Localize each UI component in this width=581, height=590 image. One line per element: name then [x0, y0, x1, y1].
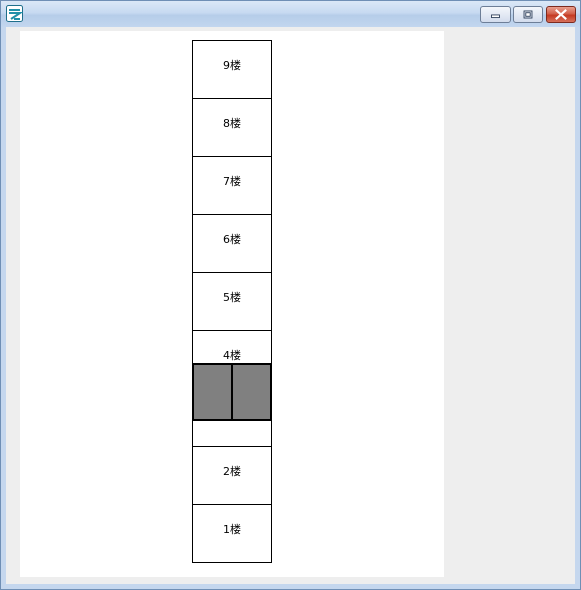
floor-label: 7楼	[223, 175, 241, 188]
floor-9: 9楼	[192, 40, 272, 99]
maximize-button[interactable]	[513, 6, 543, 23]
window-frame-bottom	[1, 584, 580, 589]
floor-5: 5楼	[192, 272, 272, 331]
floor-label: 1楼	[223, 523, 241, 536]
floor-8: 8楼	[192, 98, 272, 157]
floor-6: 6楼	[192, 214, 272, 273]
floor-label: 4楼	[223, 349, 241, 362]
floor-7: 7楼	[192, 156, 272, 215]
elevator-door-right	[232, 363, 272, 421]
elevator-door-left	[192, 363, 233, 421]
close-icon	[555, 9, 567, 20]
window-frame-right	[575, 27, 580, 589]
app-icon[interactable]	[6, 5, 24, 22]
maximize-icon	[523, 10, 533, 19]
floor-1: 1楼	[192, 504, 272, 563]
floor-label: 2楼	[223, 465, 241, 478]
close-button[interactable]	[546, 6, 576, 23]
title-bar[interactable]	[1, 1, 580, 27]
client-area: 9楼 8楼 7楼 6楼 5楼 4楼 2楼 1楼	[6, 27, 575, 584]
floor-label: 5楼	[223, 291, 241, 304]
app-window: 9楼 8楼 7楼 6楼 5楼 4楼 2楼 1楼	[0, 0, 581, 590]
floor-label: 9楼	[223, 59, 241, 72]
floor-label: 8楼	[223, 117, 241, 130]
floor-2: 2楼	[192, 446, 272, 505]
minimize-button[interactable]	[480, 6, 511, 23]
elevator-car	[192, 363, 272, 421]
minimize-icon	[491, 14, 500, 19]
floor-label: 6楼	[223, 233, 241, 246]
building-canvas: 9楼 8楼 7楼 6楼 5楼 4楼 2楼 1楼	[20, 31, 444, 577]
